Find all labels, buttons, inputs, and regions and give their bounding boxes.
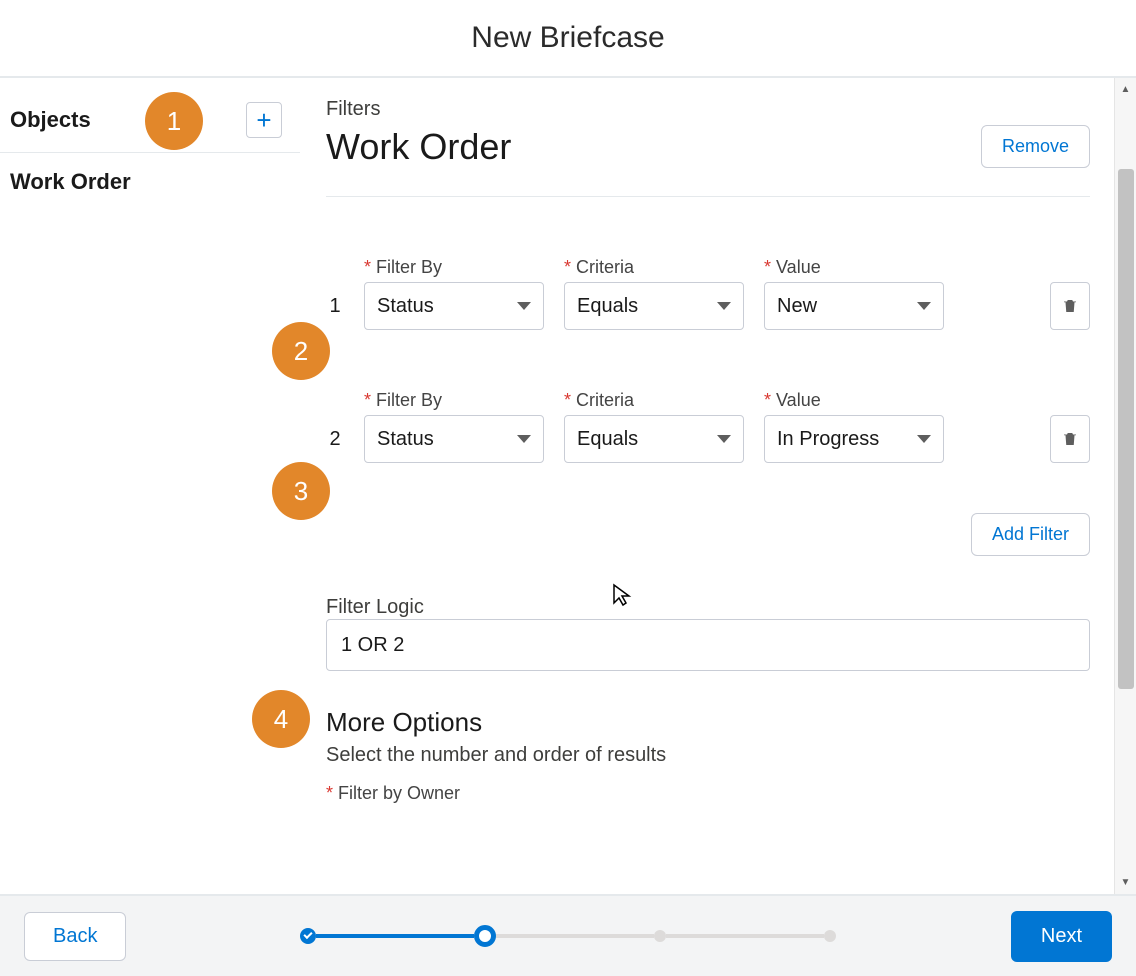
filter-by-label: Filter By [364,390,544,411]
callout-4: 4 [252,690,310,748]
filter-row: 1 Filter By Status Criteria Equals [326,257,1090,330]
callout-1: 1 [145,92,203,150]
filter-logic-label: Filter Logic [326,596,1090,619]
scroll-up-icon[interactable]: ▲ [1121,80,1131,99]
value-value: In Progress [777,428,879,451]
filter-by-select[interactable]: Status [364,415,544,463]
scrollbar[interactable]: ▲ ▼ [1114,78,1136,894]
sidebar-objects-label: Objects [10,107,91,133]
criteria-select[interactable]: Equals [564,282,744,330]
scroll-down-icon[interactable]: ▼ [1121,873,1131,892]
more-options-subtitle: Select the number and order of results [326,744,1090,767]
object-title: Work Order [326,126,511,168]
value-label: Value [764,390,944,411]
scroll-thumb[interactable] [1118,169,1134,689]
more-options-title: More Options [326,707,1090,738]
trash-icon [1061,297,1079,315]
criteria-value: Equals [577,428,638,451]
criteria-label: Criteria [564,390,744,411]
progress-segment [666,934,824,938]
add-object-button[interactable]: + [246,102,282,138]
chevron-down-icon [717,302,731,310]
sidebar-item-work-order[interactable]: Work Order [0,153,300,211]
divider [326,196,1090,197]
value-value: New [777,295,817,318]
callout-2: 2 [272,322,330,380]
trash-icon [1061,430,1079,448]
step-3-icon [654,930,666,942]
filters-label: Filters [326,98,1090,121]
modal-header: New Briefcase [0,0,1136,78]
filter-index: 1 [326,295,344,330]
value-select[interactable]: New [764,282,944,330]
filter-by-select[interactable]: Status [364,282,544,330]
chevron-down-icon [917,435,931,443]
value-select[interactable]: In Progress [764,415,944,463]
progress-segment [496,934,654,938]
chevron-down-icon [517,302,531,310]
delete-filter-button[interactable] [1050,282,1090,330]
progress-segment [316,934,474,938]
filter-by-label: Filter By [364,257,544,278]
chevron-down-icon [917,302,931,310]
page-title: New Briefcase [471,21,664,55]
step-1-done-icon [300,928,316,944]
delete-filter-button[interactable] [1050,415,1090,463]
step-4-icon [824,930,836,942]
callout-3: 3 [272,462,330,520]
filter-index: 2 [326,428,344,463]
plus-icon: + [256,107,271,133]
step-2-current-icon [474,925,496,947]
remove-button[interactable]: Remove [981,125,1090,168]
next-button[interactable]: Next [1011,911,1112,962]
back-button[interactable]: Back [24,912,126,961]
sidebar: Objects + Work Order [0,78,300,894]
filter-by-owner-label: Filter by Owner [326,783,1090,804]
add-filter-button[interactable]: Add Filter [971,513,1090,556]
progress-indicator [300,925,836,947]
criteria-value: Equals [577,295,638,318]
criteria-label: Criteria [564,257,744,278]
chevron-down-icon [717,435,731,443]
filter-logic-input[interactable] [326,619,1090,671]
modal-footer: Back Next [0,894,1136,976]
filter-by-value: Status [377,428,434,451]
criteria-select[interactable]: Equals [564,415,744,463]
filter-by-value: Status [377,295,434,318]
main-content: Filters Work Order Remove 1 Filter By St… [300,78,1136,894]
value-label: Value [764,257,944,278]
chevron-down-icon [517,435,531,443]
filter-row: 2 Filter By Status Criteria Equals [326,390,1090,463]
